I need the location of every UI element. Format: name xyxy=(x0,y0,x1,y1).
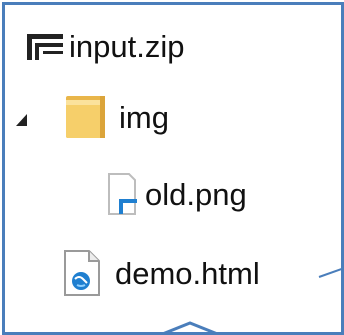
tree-item-label: demo.html xyxy=(115,255,260,291)
folder-icon xyxy=(65,94,107,140)
image-file-icon xyxy=(103,171,143,217)
tree-item-input-zip[interactable]: input.zip xyxy=(25,25,184,67)
tree-item-label: img xyxy=(119,99,169,135)
file-tree-panel: input.zip img old.png demo.html xyxy=(2,2,344,335)
zip-archive-icon xyxy=(25,30,65,62)
tree-item-img-folder[interactable]: img xyxy=(65,93,169,141)
tree-item-old-png[interactable]: old.png xyxy=(103,171,247,217)
html-file-icon xyxy=(61,249,103,297)
callout-connector-line xyxy=(317,253,341,288)
callout-pointer-arrow xyxy=(155,307,225,332)
tree-item-label: old.png xyxy=(145,176,247,212)
tree-item-demo-html[interactable]: demo.html xyxy=(61,249,260,297)
tree-item-label: input.zip xyxy=(69,28,185,64)
